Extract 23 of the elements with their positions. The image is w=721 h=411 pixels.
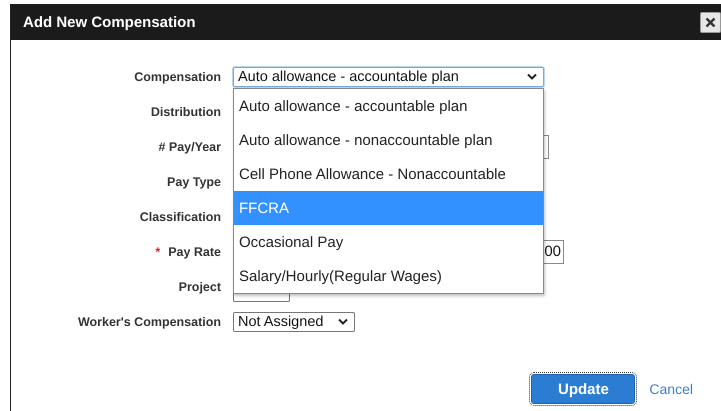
field-label: Distribution	[150, 104, 221, 118]
select-field[interactable]: Not Assigned	[233, 312, 355, 332]
update-button[interactable]: Update	[531, 374, 636, 404]
dropdown-option[interactable]: Cell Phone Allowance - Nonaccountable	[234, 157, 543, 191]
field-label: Classification	[140, 210, 221, 224]
dropdown-option[interactable]: Occasional Pay	[234, 225, 543, 259]
field-label: Pay Rate	[168, 244, 221, 258]
select-field[interactable]: Auto allowance - accountable plan	[233, 66, 544, 86]
dropdown-option[interactable]: Auto allowance - nonaccountable plan	[234, 123, 543, 157]
required-mark: *	[155, 244, 160, 258]
dropdown-option[interactable]: Auto allowance - accountable plan	[234, 89, 543, 123]
field-label: # Pay/Year	[158, 140, 221, 154]
field-label: Project	[178, 280, 221, 294]
field-label: Worker's Compensation	[78, 314, 221, 328]
field-label: Pay Type	[167, 174, 221, 188]
chevron-down-icon	[527, 73, 537, 80]
dropdown-option[interactable]: Salary/Hourly(Regular Wages)	[234, 259, 543, 293]
close-icon	[705, 16, 716, 28]
field-label: Compensation	[134, 70, 221, 84]
chevron-down-icon	[338, 318, 348, 325]
dialog-title: Add New Compensation	[23, 14, 196, 30]
cancel-link[interactable]: Cancel	[649, 381, 693, 397]
close-button[interactable]	[700, 12, 721, 32]
